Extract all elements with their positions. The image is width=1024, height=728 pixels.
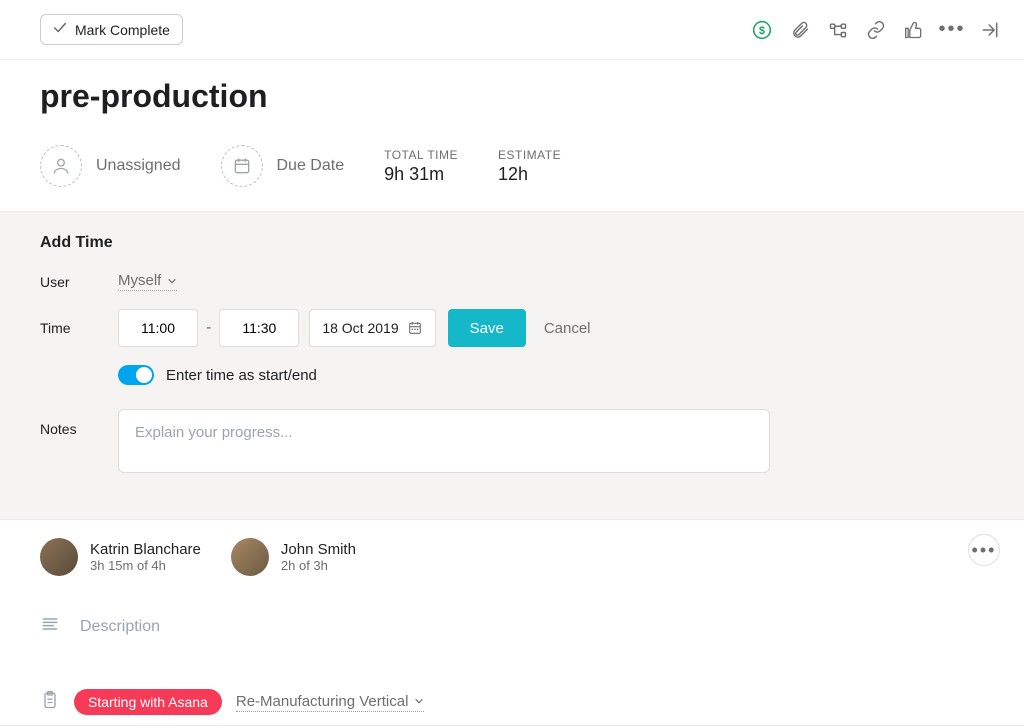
collapse-icon[interactable] <box>980 20 1000 40</box>
subtask-icon[interactable] <box>828 20 848 40</box>
chevron-down-icon <box>414 696 424 706</box>
notes-label: Notes <box>40 409 118 437</box>
person-icon <box>40 145 82 187</box>
toggle-label: Enter time as start/end <box>166 367 317 384</box>
user-select-value: Myself <box>118 272 161 289</box>
save-button[interactable]: Save <box>448 309 526 347</box>
svg-text:$: $ <box>759 24 765 36</box>
mark-complete-label: Mark Complete <box>75 22 170 38</box>
total-time-stat: TOTAL TIME 9h 31m <box>384 148 458 185</box>
description-field[interactable]: Description <box>80 618 160 636</box>
chevron-down-icon <box>167 276 177 286</box>
date-value: 18 Oct 2019 <box>322 320 398 336</box>
time-start-input[interactable] <box>118 309 198 347</box>
clipboard-icon <box>40 690 60 715</box>
estimate-stat: ESTIMATE 12h <box>498 148 561 185</box>
check-icon <box>53 21 67 38</box>
user-label: User <box>40 274 118 290</box>
project-tag-primary[interactable]: Starting with Asana <box>74 689 222 715</box>
time-end-input[interactable] <box>219 309 299 347</box>
contributor-name: John Smith <box>281 541 356 558</box>
calendar-icon <box>407 320 423 336</box>
estimate-label: ESTIMATE <box>498 148 561 162</box>
assignee-label: Unassigned <box>96 157 181 175</box>
contributor-name: Katrin Blanchare <box>90 541 201 558</box>
link-icon[interactable] <box>866 20 886 40</box>
contributor-time: 3h 15m of 4h <box>90 558 201 573</box>
like-icon[interactable] <box>904 20 924 40</box>
estimate-value: 12h <box>498 164 561 185</box>
date-picker[interactable]: 18 Oct 2019 <box>309 309 435 347</box>
cancel-button[interactable]: Cancel <box>544 320 591 337</box>
contributor-item: Katrin Blanchare 3h 15m of 4h <box>40 538 201 576</box>
contributor-time: 2h of 3h <box>281 558 356 573</box>
add-time-heading: Add Time <box>40 234 984 252</box>
more-options-button[interactable]: ••• <box>968 534 1000 566</box>
notes-input[interactable] <box>118 409 770 473</box>
total-time-value: 9h 31m <box>384 164 458 185</box>
due-date-label: Due Date <box>277 157 345 175</box>
avatar <box>231 538 269 576</box>
task-title[interactable]: pre-production <box>40 78 984 115</box>
due-date-field[interactable]: Due Date <box>221 145 345 187</box>
contributor-item: John Smith 2h of 3h <box>231 538 356 576</box>
avatar <box>40 538 78 576</box>
time-label: Time <box>40 320 118 336</box>
dollar-icon[interactable]: $ <box>752 20 772 40</box>
mark-complete-button[interactable]: Mark Complete <box>40 14 183 45</box>
time-separator: - <box>206 319 211 337</box>
attachment-icon[interactable] <box>790 20 810 40</box>
total-time-label: TOTAL TIME <box>384 148 458 162</box>
start-end-toggle[interactable] <box>118 365 154 385</box>
more-icon[interactable]: ••• <box>942 20 962 40</box>
calendar-icon <box>221 145 263 187</box>
project-tag-secondary[interactable]: Re-Manufacturing Vertical <box>236 693 425 712</box>
paragraph-icon <box>40 614 60 639</box>
user-select[interactable]: Myself <box>118 272 177 291</box>
project-tag-secondary-label: Re-Manufacturing Vertical <box>236 693 409 710</box>
assignee-field[interactable]: Unassigned <box>40 145 181 187</box>
